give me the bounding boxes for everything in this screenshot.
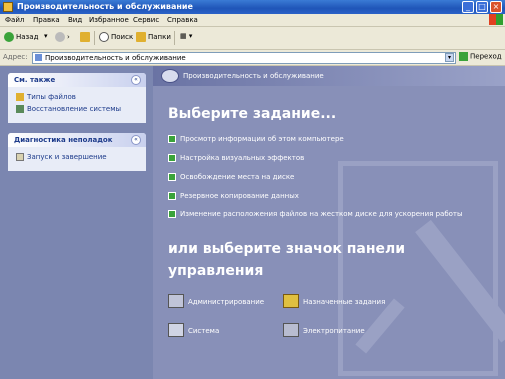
folders-button[interactable]: Папки <box>136 32 171 42</box>
link-startup-shutdown[interactable]: Запуск и завершение <box>8 151 146 163</box>
toolbar: Назад ▾ › Поиск Папки ▦ ▾ <box>0 27 505 50</box>
address-dropdown-button[interactable]: ▾ <box>445 53 454 62</box>
arrow-icon <box>168 135 176 143</box>
menu-view[interactable]: Вид <box>68 16 82 24</box>
collapse-chevron-icon[interactable]: « <box>131 135 141 145</box>
checkmark-watermark <box>338 161 505 376</box>
power-options-icon <box>283 323 299 337</box>
title-bar[interactable]: Производительность и обслуживание _ □ × <box>0 0 505 14</box>
file-types-icon <box>16 93 24 101</box>
menu-file[interactable]: Файл <box>5 16 24 24</box>
window-title: Производительность и обслуживание <box>17 2 193 11</box>
category-breadcrumb: Производительность и обслуживание <box>183 72 324 80</box>
folder-up-icon <box>80 32 90 42</box>
troubleshoot-title: Диагностика неполадок <box>14 136 113 144</box>
close-button[interactable]: × <box>490 1 502 13</box>
forward-button[interactable]: › <box>55 32 70 42</box>
link-file-types[interactable]: Типы файлов <box>8 91 146 103</box>
menu-help[interactable]: Справка <box>167 16 198 24</box>
back-dropdown[interactable]: ▾ <box>44 32 48 40</box>
performance-category-icon <box>161 69 179 83</box>
windows-logo-icon <box>489 14 503 25</box>
address-input[interactable]: Производительность и обслуживание <box>32 52 456 64</box>
folders-icon <box>136 32 146 42</box>
see-also-panel: См. также « Типы файлов Восстановление с… <box>8 73 146 123</box>
help-icon <box>16 153 24 161</box>
address-bar: Адрес: Производительность и обслуживание… <box>0 50 505 66</box>
admin-tools-icon <box>168 294 184 308</box>
maximize-button[interactable]: □ <box>476 1 488 13</box>
minimize-button[interactable]: _ <box>462 1 474 13</box>
see-also-title: См. также <box>14 76 56 84</box>
menu-edit[interactable]: Правка <box>33 16 60 24</box>
folder-icon <box>3 2 13 12</box>
views-button[interactable]: ▦ ▾ <box>180 32 192 40</box>
pick-task-heading: Выберите задание... <box>168 106 337 122</box>
main-content: Производительность и обслуживание Выбери… <box>153 66 505 379</box>
toolbar-separator <box>174 31 175 45</box>
arrow-icon <box>168 154 176 162</box>
up-button[interactable] <box>80 32 92 42</box>
address-value: Производительность и обслуживание <box>45 54 186 62</box>
category-header: Производительность и обслуживание <box>153 66 505 86</box>
go-arrow-icon <box>459 52 468 61</box>
troubleshoot-panel: Диагностика неполадок « Запуск и заверше… <box>8 133 146 171</box>
collapse-chevron-icon[interactable]: « <box>131 75 141 85</box>
menu-favorites[interactable]: Избранное <box>89 16 129 24</box>
see-also-header[interactable]: См. также « <box>8 73 146 87</box>
arrow-icon <box>168 210 176 218</box>
menu-tools[interactable]: Сервис <box>133 16 159 24</box>
task-pane: См. также « Типы файлов Восстановление с… <box>0 66 153 379</box>
control-panel-heading-line1: или выберите значок панели <box>168 241 406 257</box>
toolbar-separator <box>94 31 95 45</box>
control-panel-heading-line2: управления <box>168 263 264 279</box>
troubleshoot-header[interactable]: Диагностика неполадок « <box>8 133 146 147</box>
link-system-restore[interactable]: Восстановление системы <box>8 103 146 115</box>
go-button[interactable]: Переход <box>459 52 502 61</box>
address-label: Адрес: <box>3 53 28 61</box>
control-panel-icon <box>35 54 42 61</box>
forward-arrow-icon <box>55 32 65 42</box>
arrow-icon <box>168 173 176 181</box>
system-restore-icon <box>16 105 24 113</box>
arrow-icon <box>168 192 176 200</box>
back-arrow-icon <box>4 32 14 42</box>
menu-bar: Файл Правка Вид Избранное Сервис Справка <box>0 14 505 27</box>
system-icon <box>168 323 184 337</box>
search-icon <box>99 32 109 42</box>
search-button[interactable]: Поиск <box>99 32 133 42</box>
back-button[interactable]: Назад <box>4 32 38 42</box>
scheduled-tasks-icon <box>283 294 299 308</box>
